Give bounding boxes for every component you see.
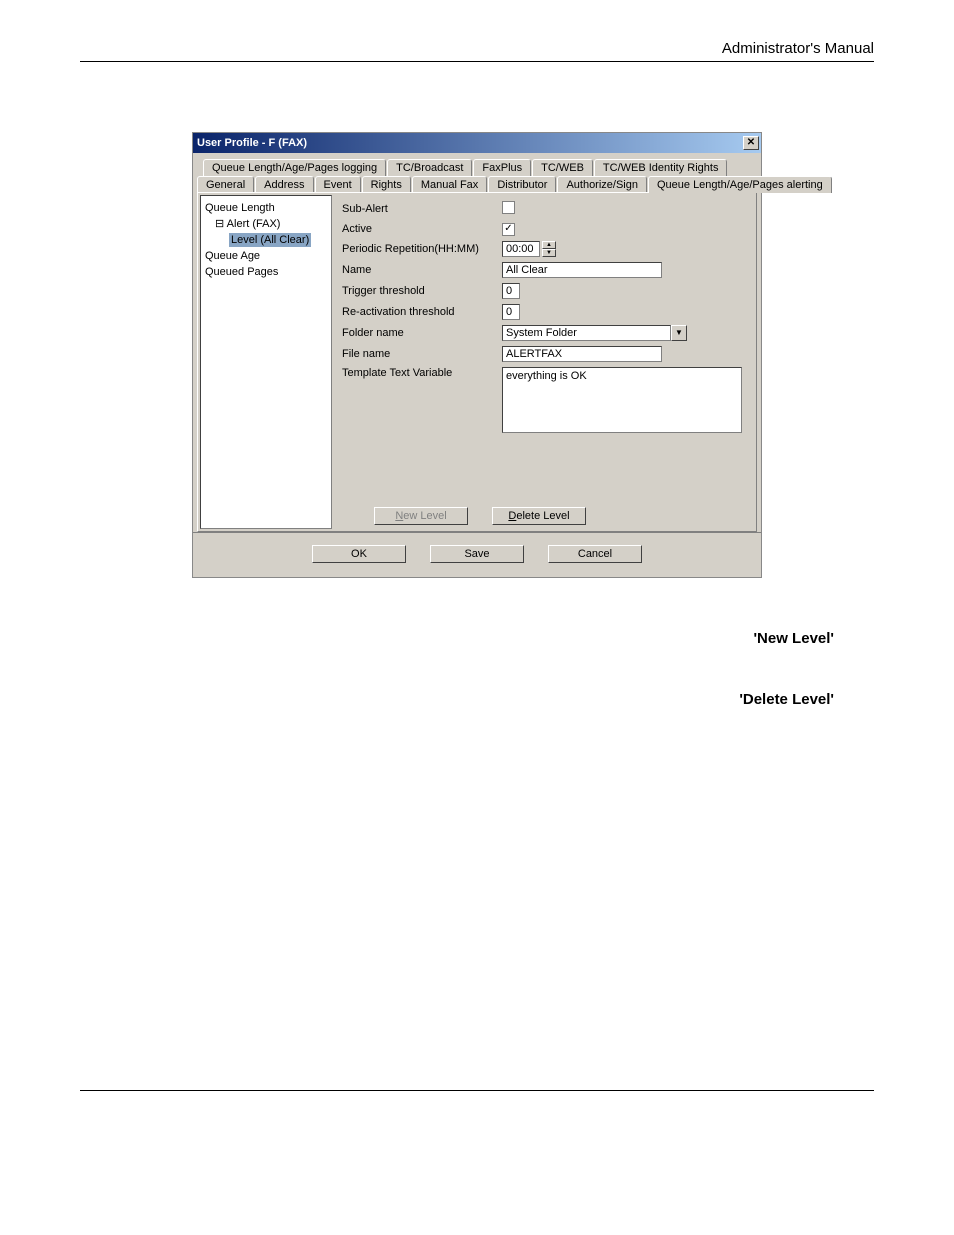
tab-content: Queue Length ⊟ Alert (FAX) Level (All Cl… [197,192,757,532]
tab-authorize-sign[interactable]: Authorize/Sign [557,176,647,193]
delete-level-text: elete Level [516,510,569,522]
form-panel: Sub-Alert Active ✓ Periodic Repetition(H… [332,193,756,531]
react-input[interactable] [502,304,520,320]
tab-faxplus[interactable]: FaxPlus [473,159,531,176]
save-button[interactable]: Save [430,545,524,563]
trigger-input[interactable] [502,283,520,299]
titlebar: User Profile - F (FAX) ✕ [193,133,761,153]
tab-tc-broadcast[interactable]: TC/Broadcast [387,159,472,176]
chevron-down-icon[interactable]: ▼ [671,325,687,341]
tab-queue-alerting[interactable]: Queue Length/Age/Pages alerting [648,176,832,193]
ok-button[interactable]: OK [312,545,406,563]
subalert-label: Sub-Alert [342,203,502,215]
tab-address[interactable]: Address [255,176,313,193]
tree-level-allclear-label: Level (All Clear) [229,233,311,247]
window-title: User Profile - F (FAX) [197,137,307,149]
tab-event[interactable]: Event [315,176,361,193]
tree-alert-fax[interactable]: ⊟ Alert (FAX) [205,216,327,232]
doc-delete-level-bold: 'Delete Level' [739,691,834,708]
tab-row-top: Queue Length/Age/Pages logging TC/Broadc… [203,159,757,176]
folder-value[interactable] [502,325,671,341]
tmpl-label: Template Text Variable [342,367,502,379]
tree-alert-fax-label: Alert (FAX) [227,218,281,230]
react-label: Re-activation threshold [342,306,502,318]
tab-general[interactable]: General [197,176,254,193]
active-label: Active [342,223,502,235]
folder-label: Folder name [342,327,502,339]
tree-queue-length[interactable]: Queue Length [205,200,327,216]
periodic-spin-up[interactable]: ▲ [542,241,556,249]
name-label: Name [342,264,502,276]
delete-level-button[interactable]: Delete Level [492,507,586,525]
tree-queued-pages[interactable]: Queued Pages [205,264,327,280]
name-input[interactable] [502,262,662,278]
periodic-input[interactable] [502,241,540,257]
tab-rights[interactable]: Rights [362,176,411,193]
subalert-checkbox[interactable] [502,201,515,214]
trigger-label: Trigger threshold [342,285,502,297]
tree-expand-icon[interactable]: ⊟ [215,218,224,230]
file-label: File name [342,348,502,360]
dialog-window: User Profile - F (FAX) ✕ Queue Length/Ag… [192,132,762,578]
doc-body: 'New Level' 'Delete Level' [160,628,844,710]
footer-rule [80,1090,874,1091]
tab-queue-logging[interactable]: Queue Length/Age/Pages logging [203,159,386,176]
tree-queue-age[interactable]: Queue Age [205,248,327,264]
folder-dropdown[interactable]: ▼ [502,325,687,341]
close-button[interactable]: ✕ [743,136,759,150]
doc-title: Administrator's Manual [722,40,874,57]
tab-row-bottom: General Address Event Rights Manual Fax … [197,176,757,193]
tabs-area: Queue Length/Age/Pages logging TC/Broadc… [193,153,761,532]
file-input[interactable] [502,346,662,362]
periodic-label: Periodic Repetition(HH:MM) [342,243,502,255]
new-level-button: New Level [374,507,468,525]
periodic-spin-down[interactable]: ▼ [542,249,556,257]
cancel-button[interactable]: Cancel [548,545,642,563]
new-level-text: ew Level [403,510,446,522]
active-checkbox[interactable]: ✓ [502,223,515,236]
tree-panel[interactable]: Queue Length ⊟ Alert (FAX) Level (All Cl… [200,195,332,529]
doc-new-level-bold: 'New Level' [753,630,834,647]
page-header: Administrator's Manual [80,40,874,62]
template-textarea[interactable]: everything is OK [502,367,742,433]
tree-level-allclear[interactable]: Level (All Clear) [205,232,327,248]
tab-manual-fax[interactable]: Manual Fax [412,176,487,193]
tab-tcweb[interactable]: TC/WEB [532,159,593,176]
tab-distributor[interactable]: Distributor [488,176,556,193]
dialog-button-row: OK Save Cancel [193,532,761,577]
tab-tcweb-identity[interactable]: TC/WEB Identity Rights [594,159,728,176]
